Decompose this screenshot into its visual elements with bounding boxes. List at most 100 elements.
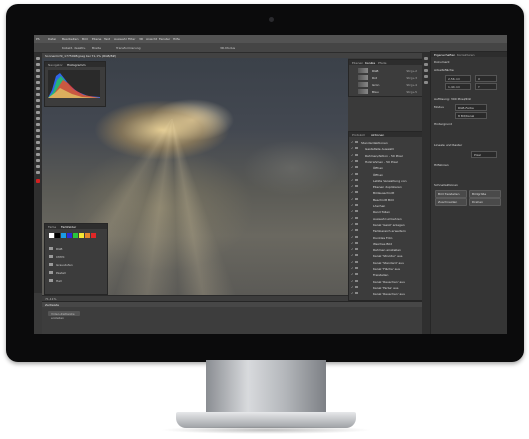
action-row[interactable]: ✓ Bildausschnitt xyxy=(351,190,421,195)
menu-item-type[interactable]: Text xyxy=(104,37,110,41)
action-row[interactable]: ✓ Löschen xyxy=(351,203,421,208)
type-tool-icon[interactable] xyxy=(36,147,40,150)
channel-row[interactable]: Grün Strg+4 xyxy=(352,82,420,88)
crop-image-button[interactable]: Bild freistellen xyxy=(435,190,467,198)
libraries-icon[interactable] xyxy=(424,69,428,72)
dialog-toggle-icon[interactable] xyxy=(355,216,358,219)
action-row[interactable]: ✓ Auswahl umkehren xyxy=(351,216,421,221)
action-row[interactable]: ✓ Öffnen xyxy=(351,172,421,177)
action-row[interactable]: ✓ Weiches Bild xyxy=(351,241,421,246)
brush-tool-icon[interactable] xyxy=(36,99,40,102)
dialog-toggle-icon[interactable] xyxy=(355,153,358,156)
hand-tool-icon[interactable] xyxy=(36,165,40,168)
dialog-toggle-icon[interactable] xyxy=(355,147,358,150)
dodge-tool-icon[interactable] xyxy=(36,135,40,138)
healing-tool-icon[interactable] xyxy=(36,93,40,96)
crop-tool-icon[interactable] xyxy=(36,81,40,84)
dialog-toggle-icon[interactable] xyxy=(355,197,358,200)
quick-select-tool-icon[interactable] xyxy=(36,75,40,78)
action-row[interactable]: ✓ Letzte Verwaltung von xyxy=(351,178,421,183)
move-tool-icon[interactable] xyxy=(36,57,40,60)
shape-tool-icon[interactable] xyxy=(36,159,40,162)
action-row[interactable]: ✓ Kanal 'Geist' anlegen xyxy=(351,222,421,227)
tab-corrections[interactable]: Korrekturen xyxy=(457,53,475,57)
properties-icon[interactable] xyxy=(424,57,428,60)
height-field[interactable]: 1,44 cm xyxy=(445,83,471,90)
lasso-tool-icon[interactable] xyxy=(36,69,40,72)
dialog-toggle-icon[interactable] xyxy=(355,141,358,143)
zoom-tool-icon[interactable] xyxy=(36,171,40,174)
blur-tool-icon[interactable] xyxy=(36,129,40,132)
action-row[interactable]: ✓ Rahmen/Aktion - 50 Pixel xyxy=(351,153,421,158)
foreground-color-swatch[interactable] xyxy=(36,179,40,183)
tab-channels[interactable]: Kanäle xyxy=(365,61,375,65)
swatch-red[interactable] xyxy=(91,233,96,238)
mode-select[interactable]: RGB-Farbe xyxy=(455,104,487,111)
dialog-toggle-icon[interactable] xyxy=(355,185,358,188)
swatch-folder[interactable]: RGB xyxy=(49,246,105,252)
action-row[interactable]: ✓ Kanal 'Standard' aus xyxy=(351,260,421,265)
swatch-blue[interactable] xyxy=(67,233,72,238)
dialog-toggle-icon[interactable] xyxy=(355,178,358,181)
action-row[interactable]: ✓ Standardaktionen xyxy=(351,140,421,145)
action-row[interactable]: ✓ Beschnitt Bild xyxy=(351,197,421,202)
depth-select[interactable]: 8 Bit/Kanal xyxy=(455,112,487,119)
pen-tool-icon[interactable] xyxy=(36,141,40,144)
option-width[interactable]: Breite xyxy=(92,46,101,50)
tab-actions[interactable]: Aktionen xyxy=(371,133,384,137)
dialog-toggle-icon[interactable] xyxy=(355,159,358,162)
dialog-toggle-icon[interactable] xyxy=(355,191,358,194)
action-row[interactable]: ✓ Freistellen xyxy=(351,272,421,277)
marquee-tool-icon[interactable] xyxy=(36,63,40,66)
menu-item-image[interactable]: Bild xyxy=(82,37,88,41)
menu-item-view[interactable]: Ansicht xyxy=(146,37,157,41)
menu-item-layer[interactable]: Ebene xyxy=(92,37,101,41)
dialog-toggle-icon[interactable] xyxy=(355,222,358,225)
action-row[interactable]: ✓ Ebenen duplizieren xyxy=(351,184,421,189)
action-row[interactable]: ✓ Rand füllen xyxy=(351,209,421,214)
dialog-toggle-icon[interactable] xyxy=(355,166,358,169)
action-row[interactable]: ✓ Dunkles Foto xyxy=(351,235,421,240)
swatch-white[interactable] xyxy=(49,233,54,238)
stamp-tool-icon[interactable] xyxy=(36,105,40,108)
unit-select[interactable]: Pixel xyxy=(471,151,497,158)
dialog-toggle-icon[interactable] xyxy=(355,241,358,244)
create-video-timeline-button[interactable]: Video-Zeitleiste erstellen xyxy=(48,311,80,320)
character-icon[interactable] xyxy=(424,81,428,84)
eraser-tool-icon[interactable] xyxy=(36,117,40,120)
swatch-folder[interactable]: Graustufen xyxy=(49,262,105,268)
action-row[interactable]: ✓ Kanal 'Rauschen' aus xyxy=(351,291,421,296)
menu-item-edit[interactable]: Bearbeiten xyxy=(62,37,78,41)
channel-row[interactable]: RGB Strg+2 xyxy=(352,68,420,74)
eyedropper-tool-icon[interactable] xyxy=(36,87,40,90)
tab-color[interactable]: Farbe xyxy=(48,225,56,229)
adjustments-icon[interactable] xyxy=(424,63,428,66)
tab-histogram[interactable]: Histogramm xyxy=(67,63,86,67)
dialog-toggle-icon[interactable] xyxy=(355,279,358,282)
swatch-folder[interactable]: Pastell xyxy=(49,270,105,276)
tab-layers[interactable]: Ebenen xyxy=(352,61,363,65)
option-transform[interactable]: Transformierung xyxy=(116,46,141,50)
action-row[interactable]: ✓ Kanal 'Farbe' aus xyxy=(351,285,421,290)
image-size-button[interactable]: Bildgröße xyxy=(469,190,501,198)
tab-swatches[interactable]: Farbfelder xyxy=(61,225,76,229)
swatch-folder[interactable]: Hell xyxy=(49,278,105,284)
action-row[interactable]: ✓ Rahmen einstellen xyxy=(351,247,421,252)
menu-item-window[interactable]: Fenster xyxy=(159,37,170,41)
menu-item-select[interactable]: Auswahl xyxy=(114,37,127,41)
action-row[interactable]: ✓ Kanal 'Struktur' aus xyxy=(351,253,421,258)
swatch-black[interactable] xyxy=(55,233,60,238)
dialog-toggle-icon[interactable] xyxy=(355,285,358,288)
path-select-tool-icon[interactable] xyxy=(36,153,40,156)
swatch-folder[interactable]: CMYK xyxy=(49,254,105,260)
dialog-toggle-icon[interactable] xyxy=(355,235,358,238)
trim-button[interactable]: Zuschneiden xyxy=(435,198,467,206)
x-field[interactable]: X xyxy=(475,75,497,82)
tab-history[interactable]: Protokoll xyxy=(352,133,365,137)
dialog-toggle-icon[interactable] xyxy=(355,260,358,263)
menu-item-3d[interactable]: 3D xyxy=(139,37,143,41)
dialog-toggle-icon[interactable] xyxy=(355,267,358,269)
channel-row[interactable]: Blau Strg+5 xyxy=(352,89,420,95)
action-row[interactable]: ✓ Holzrahmen - 50 Pixel xyxy=(351,159,421,164)
swatch-orange[interactable] xyxy=(85,233,90,238)
